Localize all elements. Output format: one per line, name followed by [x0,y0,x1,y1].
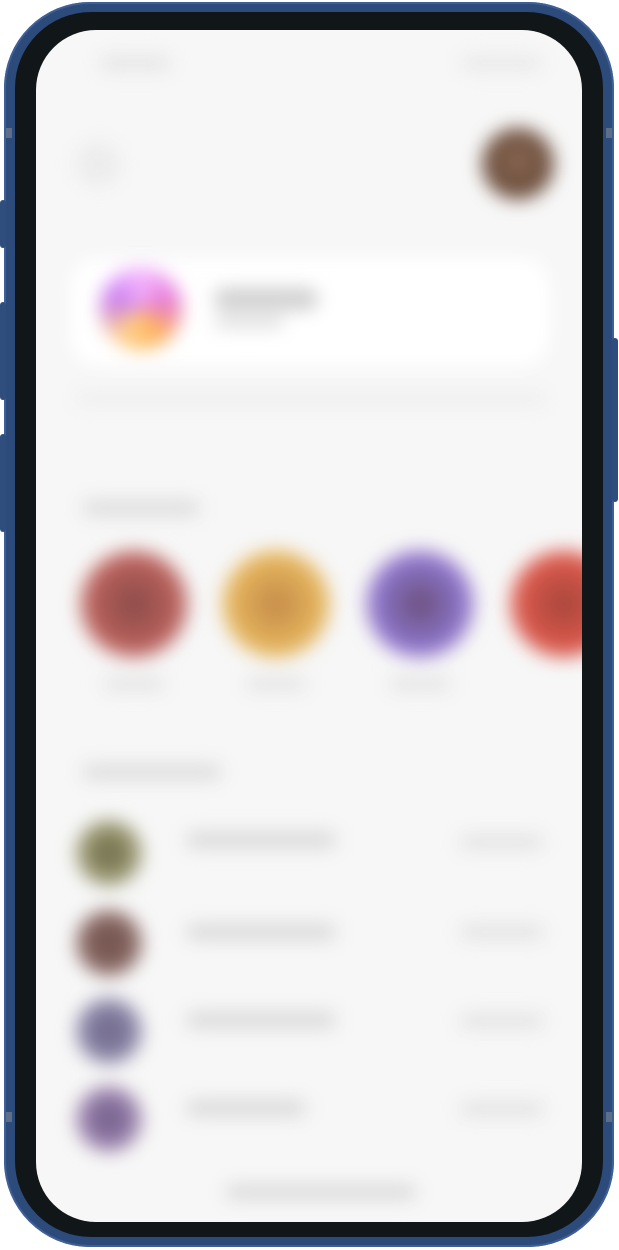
list-item-title [186,832,336,848]
phone-frame [0,2,618,1247]
list-section-label [82,764,222,780]
status-icons [462,56,542,70]
list-item-meta [460,1014,544,1028]
story-label [246,678,306,690]
list-item-avatar[interactable] [76,998,142,1064]
story-avatar[interactable] [222,550,330,658]
divider [76,394,546,404]
story-avatar[interactable] [80,550,188,658]
phone-screen [36,30,582,1222]
action-button [0,200,6,248]
profile-subtitle-placeholder [214,316,284,328]
story-ring-avatar[interactable] [100,268,182,350]
antenna-band [606,128,612,138]
status-time [100,56,170,70]
volume-down-button [0,434,6,532]
story-avatar[interactable] [366,550,474,658]
list-item-avatar[interactable] [76,820,142,886]
profile-avatar[interactable] [482,128,554,200]
profile-name-placeholder [214,288,318,310]
story-label [104,678,164,690]
phone-bezel [15,12,603,1237]
home-indicator[interactable] [226,1186,416,1198]
volume-up-button [0,302,6,400]
list-item-title [186,924,336,940]
power-button [612,338,618,502]
story-avatar[interactable] [510,550,582,658]
antenna-band [6,1112,12,1122]
list-item-avatar[interactable] [76,1086,142,1152]
blurred-content [36,30,582,1222]
story-label [390,678,450,690]
list-item-meta [460,1102,544,1116]
list-item-title [186,1100,306,1116]
antenna-band [606,1112,612,1122]
list-item-meta [460,835,544,849]
back-icon[interactable] [76,142,120,186]
antenna-band [6,128,12,138]
list-item-title [186,1012,336,1028]
list-item-meta [460,925,544,939]
list-item-avatar[interactable] [76,910,142,976]
stories-section-label [82,500,200,516]
